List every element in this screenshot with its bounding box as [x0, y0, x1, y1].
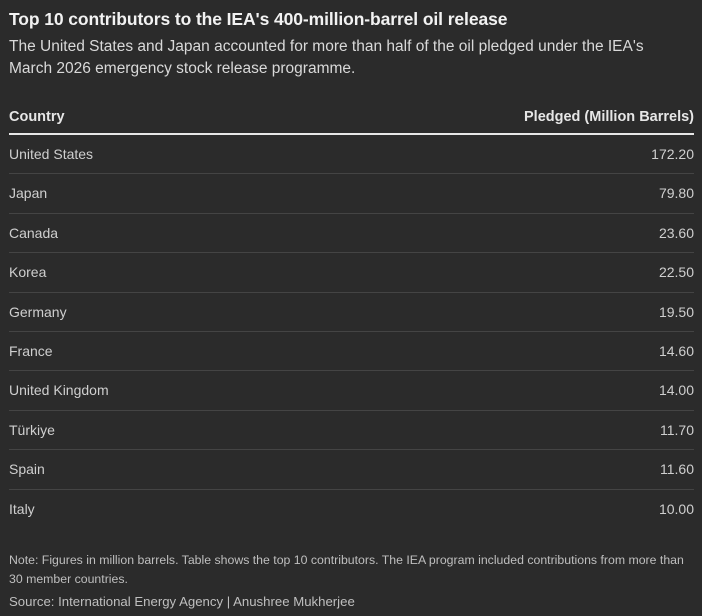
table-header: Country Pledged (Million Barrels): [9, 100, 694, 135]
pledged-value-cell: 11.60: [660, 461, 694, 478]
country-cell: Spain: [9, 461, 45, 478]
pledged-value-cell: 14.00: [658, 382, 694, 399]
country-cell: Japan: [9, 185, 48, 202]
chart-title: Top 10 contributors to the IEA's 400-mil…: [9, 9, 508, 29]
table-body: United States 172.20 Japan 79.80 Canada 23.60…: [9, 135, 694, 529]
pledged-value-cell: 172.20: [651, 146, 694, 162]
pledged-value-cell: 14.60: [658, 342, 694, 359]
country-cell: United States: [9, 146, 94, 162]
pledged-value-cell: 79.80: [658, 185, 694, 202]
table-row: United States 172.20: [9, 135, 694, 175]
pledged-value-cell: 22.50: [658, 264, 694, 281]
footnote: Note: Figures in million barrels. Table …: [9, 553, 684, 586]
chart-subtitle: The United States and Japan accounted fo…: [9, 38, 644, 77]
table-row: Canada 23.60: [9, 214, 694, 254]
pledged-value-cell: 19.50: [658, 303, 694, 320]
country-cell: Germany: [9, 303, 67, 320]
country-cell: Canada: [9, 224, 59, 241]
table-row: Türkiye 11.70: [9, 411, 694, 451]
table-row: Korea 22.50: [9, 253, 694, 293]
table-row: Italy 10.00: [9, 490, 694, 529]
country-cell: Italy: [9, 500, 35, 517]
country-cell: Korea: [9, 264, 47, 281]
table-row: United Kingdom 14.00: [9, 371, 694, 411]
country-cell: France: [9, 342, 53, 359]
data-table: Country Pledged (Million Barrels) United…: [9, 100, 694, 529]
chart-container: Top 10 contributors to the IEA's 400-mil…: [0, 0, 702, 616]
table-row: Germany 19.50: [9, 293, 694, 332]
table-row: Japan 79.80: [9, 174, 694, 214]
column-header-pledged: Pledged (Million Barrels): [524, 109, 694, 125]
pledged-value-cell: 23.60: [658, 224, 694, 241]
pledged-value-cell: 11.70: [660, 421, 694, 438]
table-row: France 14.60: [9, 332, 694, 372]
table-row: Spain 11.60: [9, 450, 694, 490]
pledged-value-cell: 10.00: [658, 500, 694, 517]
country-cell: Türkiye: [9, 421, 55, 438]
column-header-country: Country: [9, 109, 65, 125]
source-credit: Source: International Energy Agency | An…: [9, 594, 355, 609]
country-cell: United Kingdom: [9, 382, 109, 399]
